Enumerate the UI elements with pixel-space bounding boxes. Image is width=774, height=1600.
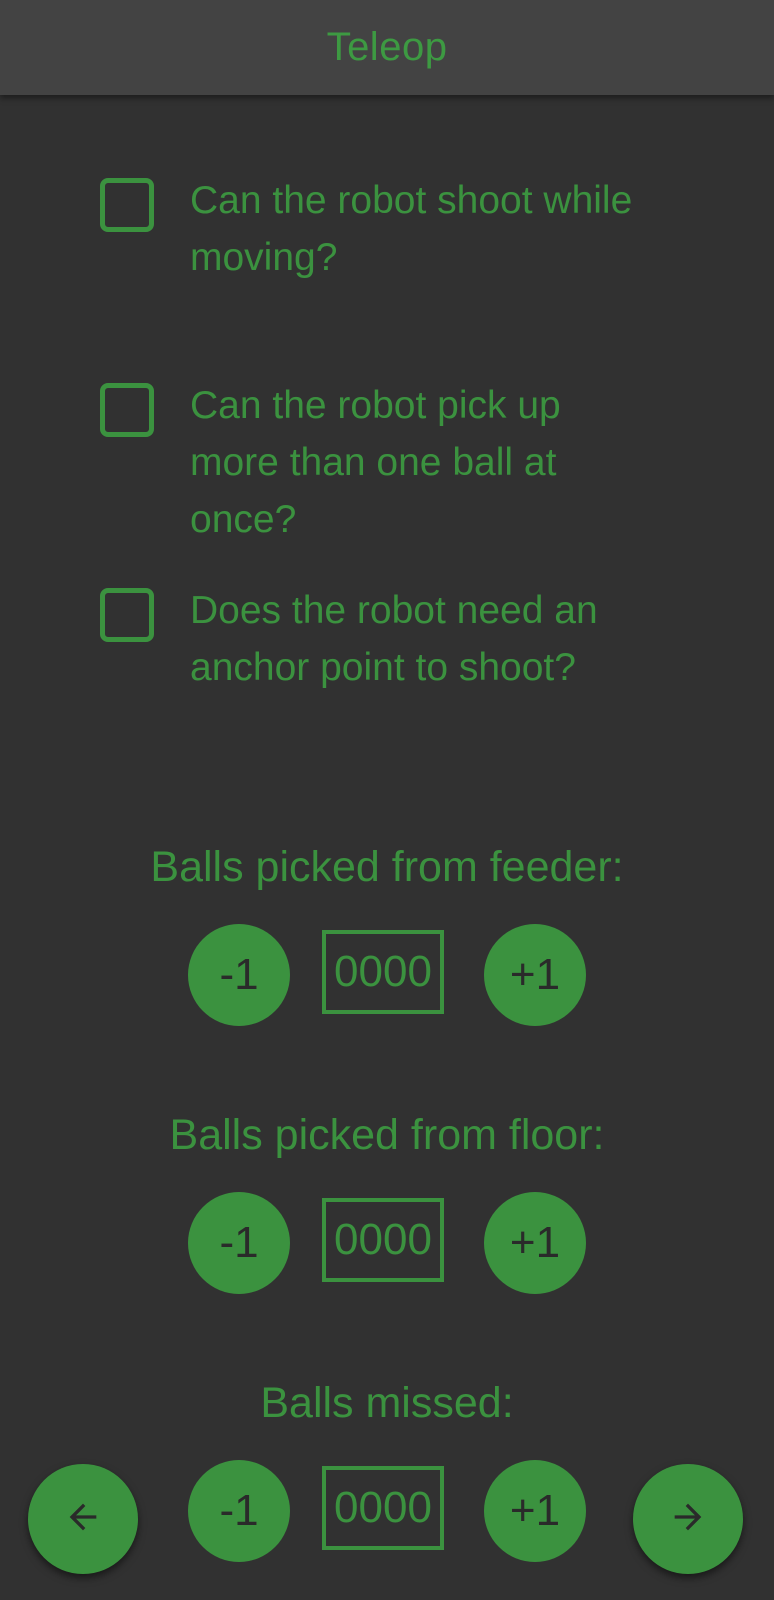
counter-title-missed: Balls missed: [260, 1379, 514, 1427]
forward-button[interactable] [633, 1464, 743, 1574]
counter-title-feeder: Balls picked from feeder: [150, 843, 624, 891]
floor-count-display: 0000 [322, 1198, 444, 1282]
question-label: Does the robot need an anchor point to s… [190, 589, 598, 689]
arrow-left-icon [63, 1497, 103, 1542]
back-button[interactable] [28, 1464, 138, 1574]
feeder-increment-button[interactable]: +1 [484, 924, 586, 1026]
checkbox-shoot-while-moving[interactable] [100, 178, 154, 232]
page-title: Teleop [326, 25, 448, 69]
question-label: Can the robot shoot while moving? [190, 179, 633, 279]
checkbox-multiple-balls[interactable] [100, 383, 154, 437]
floor-decrement-button[interactable]: -1 [188, 1192, 290, 1294]
question-row-anchor-point[interactable]: Does the robot need an anchor point to s… [100, 588, 660, 698]
counter-title-floor: Balls picked from floor: [169, 1111, 605, 1159]
teleop-page: Teleop Can the robot shoot while moving?… [0, 0, 774, 1600]
feeder-decrement-button[interactable]: -1 [188, 924, 290, 1026]
checkbox-anchor-point[interactable] [100, 588, 154, 642]
question-label: Can the robot pick up more than one ball… [190, 384, 561, 541]
question-row-multiple-balls[interactable]: Can the robot pick up more than one ball… [100, 383, 660, 541]
missed-count-display: 0000 [322, 1466, 444, 1550]
feeder-count-display: 0000 [322, 930, 444, 1014]
floor-increment-button[interactable]: +1 [484, 1192, 586, 1294]
missed-decrement-button[interactable]: -1 [188, 1460, 290, 1562]
question-row-shoot-while-moving[interactable]: Can the robot shoot while moving? [100, 178, 660, 288]
app-bar: Teleop [0, 0, 774, 95]
arrow-right-icon [668, 1497, 708, 1542]
missed-increment-button[interactable]: +1 [484, 1460, 586, 1562]
